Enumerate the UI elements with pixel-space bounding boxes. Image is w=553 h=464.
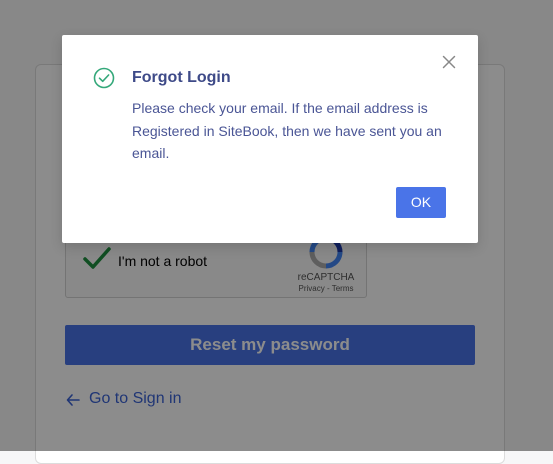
ok-button[interactable]: OK [396,187,446,218]
forgot-login-dialog: Forgot Login Please check your email. If… [62,35,478,243]
check-circle-icon [93,67,115,89]
dialog-title: Forgot Login [132,69,231,86]
close-icon[interactable] [442,55,456,69]
dialog-message: Please check your email. If the email ad… [132,100,442,161]
